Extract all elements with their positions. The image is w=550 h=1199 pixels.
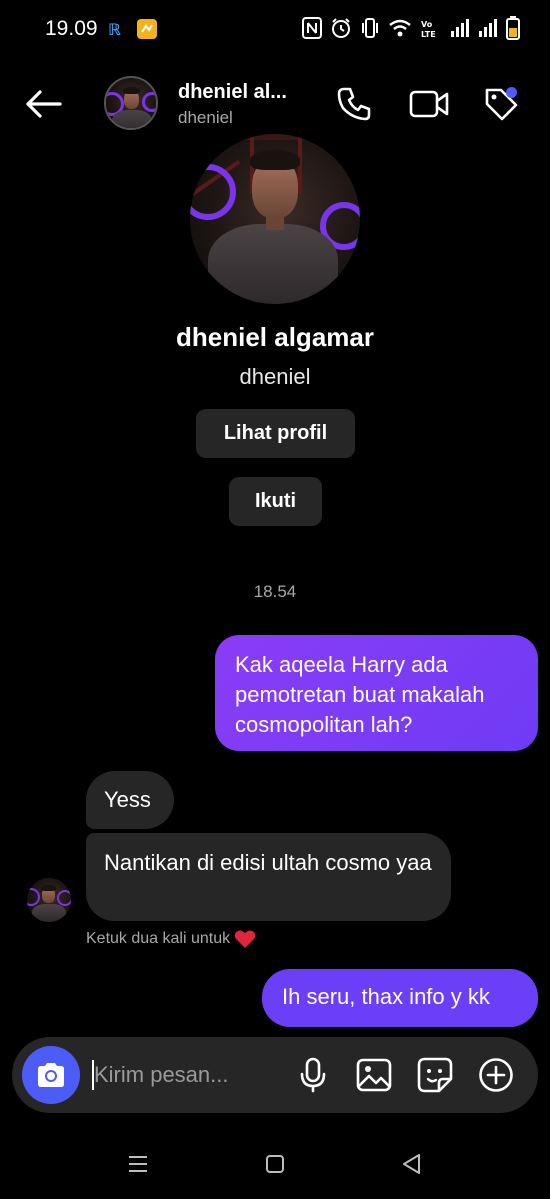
wifi-icon [388, 18, 412, 38]
status-bar: 19.09 ℝ Vo LTE [0, 0, 550, 60]
back-button[interactable] [22, 86, 64, 122]
tag-button[interactable] [481, 84, 521, 124]
phone-icon [337, 87, 371, 121]
sticker-button[interactable] [416, 1056, 454, 1094]
voice-call-button[interactable] [334, 84, 374, 124]
svg-text:ℝ: ℝ [108, 20, 121, 39]
outgoing-message[interactable]: Kak aqeela Harry ada pemotretan buat mak… [215, 635, 538, 751]
video-camera-icon [409, 90, 449, 118]
heart-emoji-icon [234, 930, 256, 948]
follow-button[interactable]: Ikuti [229, 477, 322, 526]
header-username[interactable]: dheniel [178, 108, 233, 128]
system-navigation-bar [0, 1130, 550, 1199]
notification-dot [506, 87, 517, 98]
app-notification-icon [136, 18, 158, 40]
outgoing-message[interactable]: Ih seru, thax info y kk [262, 969, 538, 1027]
double-tap-hint-text: Ketuk dua kali untuk [86, 930, 231, 947]
back-nav-button[interactable] [391, 1146, 431, 1182]
header-display-name[interactable]: dheniel al... [178, 81, 287, 104]
incoming-message[interactable]: Nantikan di edisi ultah cosmo yaa [86, 833, 451, 921]
voice-message-button[interactable] [294, 1056, 332, 1094]
data-saver-icon: ℝ [106, 19, 124, 39]
video-call-button[interactable] [407, 84, 451, 124]
profile-full-name: dheniel algamar [176, 322, 374, 352]
plus-circle-icon [479, 1058, 513, 1092]
home-button[interactable] [255, 1146, 295, 1182]
square-icon [266, 1155, 284, 1173]
gallery-button[interactable] [355, 1056, 393, 1094]
message-composer [12, 1037, 538, 1113]
double-tap-hint: Ketuk dua kali untuk [86, 929, 256, 949]
svg-text:LTE: LTE [421, 30, 436, 39]
profile-picture[interactable] [190, 134, 360, 304]
chat-header: dheniel al... dheniel [0, 66, 550, 142]
camera-icon [38, 1063, 64, 1087]
view-profile-button[interactable]: Lihat profil [196, 409, 355, 458]
nfc-icon [302, 17, 322, 39]
message-timestamp: 18.54 [253, 582, 297, 601]
vibrate-icon [360, 17, 380, 39]
profile-username: dheniel [239, 364, 311, 389]
arrow-left-icon [26, 90, 62, 118]
header-avatar[interactable] [104, 76, 158, 130]
signal-icon [450, 18, 470, 38]
svg-text:Vo: Vo [421, 20, 433, 29]
more-options-button[interactable] [477, 1056, 515, 1094]
triangle-back-icon [403, 1154, 420, 1174]
menu-icon [129, 1156, 147, 1172]
sender-avatar[interactable] [27, 878, 71, 922]
signal-icon [478, 18, 498, 38]
image-icon [356, 1058, 392, 1092]
battery-icon [506, 16, 520, 40]
sticker-icon [417, 1057, 453, 1093]
volte-icon: Vo LTE [420, 17, 442, 39]
message-input[interactable] [92, 1055, 282, 1095]
microphone-icon [300, 1057, 326, 1093]
camera-button[interactable] [22, 1046, 80, 1104]
alarm-icon [330, 17, 352, 39]
recent-apps-button[interactable] [118, 1146, 158, 1182]
status-time: 19.09 [45, 17, 98, 40]
incoming-message[interactable]: Yess [86, 771, 174, 829]
